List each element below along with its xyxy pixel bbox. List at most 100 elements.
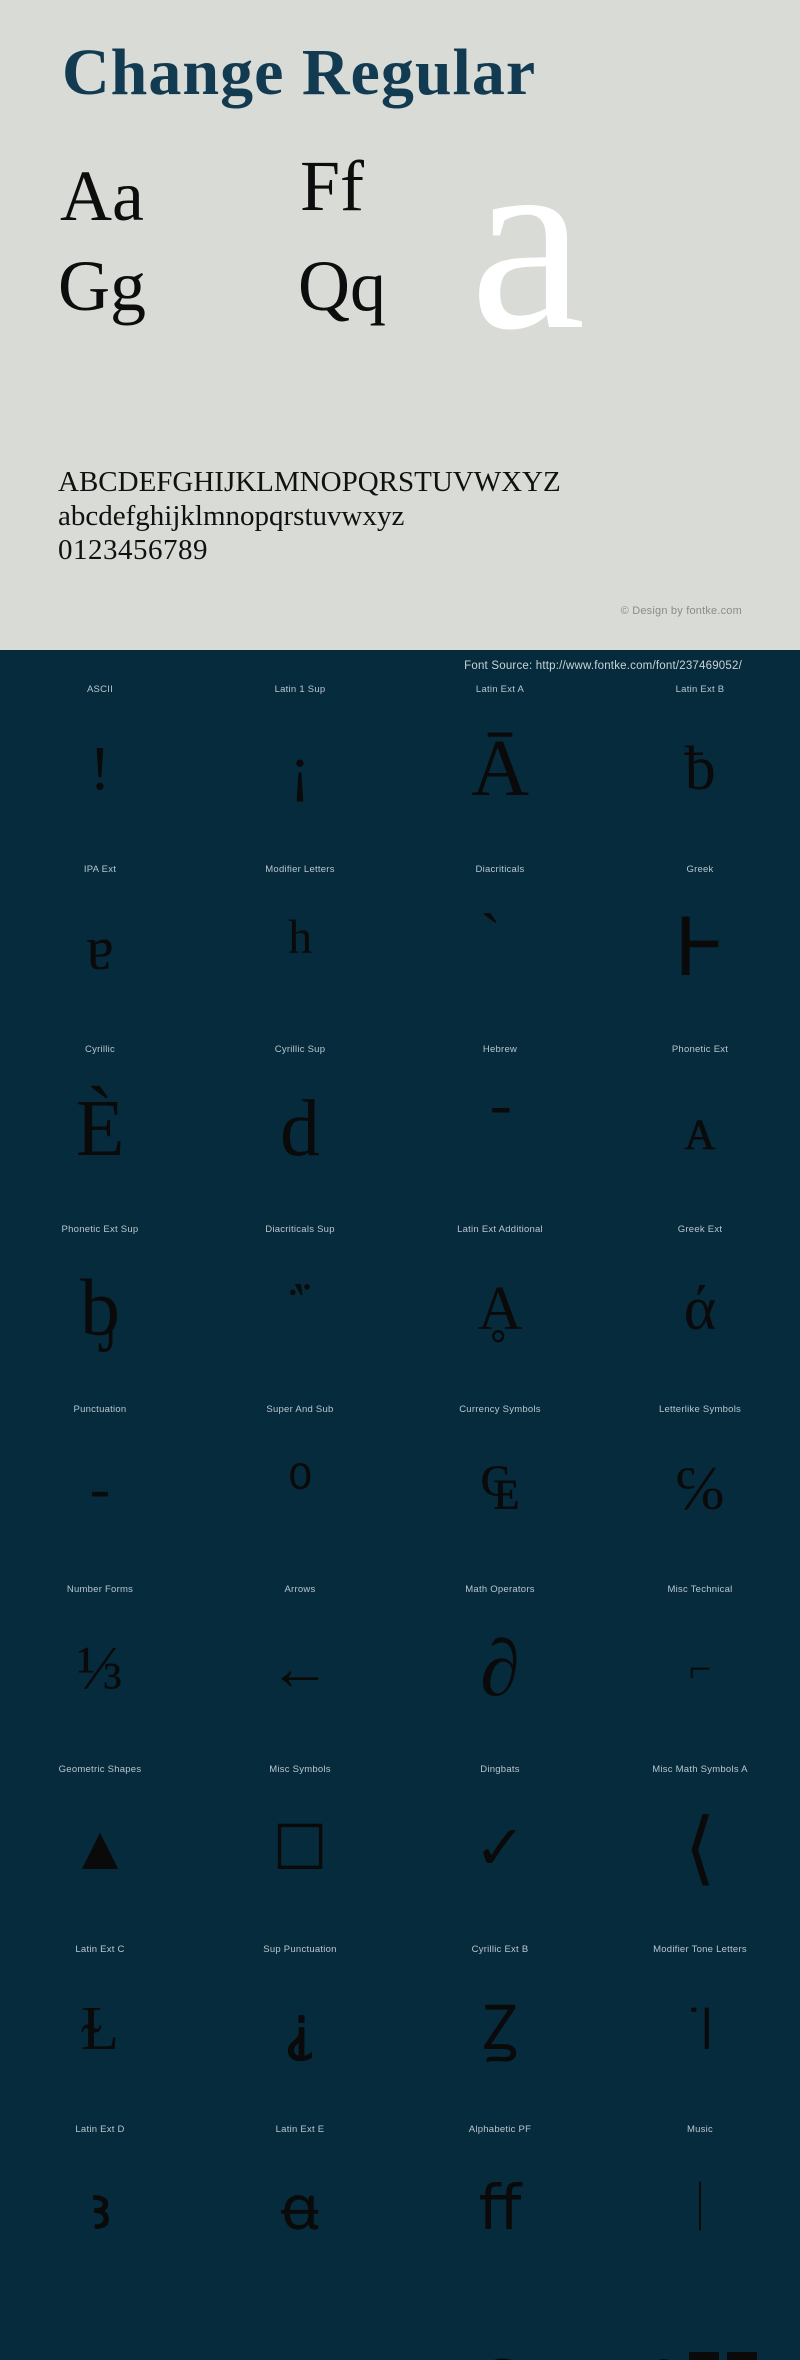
unicode-block-sample-glyph: Ḁ <box>477 1275 523 1343</box>
unicode-block-cell[interactable]: Number Forms ⅓ <box>0 1582 200 1762</box>
unicode-block-sample-glyph: ₠ <box>480 1455 520 1523</box>
unicode-block-sample-glyph: ﬁ <box>400 2318 600 2360</box>
unicode-block-sample-glyph: ⸘ <box>283 1995 317 2063</box>
unicode-block-label: Math Operators <box>465 1584 535 1595</box>
unicode-block-cell[interactable]: Latin Ext B ƀ <box>600 682 800 862</box>
font-source-link[interactable]: Font Source: http://www.fontke.com/font/… <box>464 660 742 672</box>
unicode-block-label: Misc Technical <box>667 1584 733 1595</box>
glyph-showcase: Aa Ff Gg Qq a <box>0 110 800 370</box>
unicode-block-cell[interactable]: Arrows ← <box>200 1582 400 1762</box>
unicode-block-row: Latin Ext C Ɫ Sup Punctuation ⸘ Cyrillic Ext… <box>0 1942 800 2122</box>
unicode-block-cell[interactable]: ASCII! <box>0 682 200 862</box>
unicode-block-sample-glyph: ☐ <box>272 1815 328 1883</box>
unicode-block-cell[interactable]: Latin 1 Sup ¡ <box>200 682 400 862</box>
hero-letter-a: a <box>470 96 586 384</box>
unicode-block-row: ⊓χﬁ ∂ NO GLYPH NO GLYPH <box>0 2302 800 2360</box>
unicode-block-label: Alphabetic PF <box>468 2124 532 2135</box>
unicode-block-sample-glyph: ✓ <box>474 1815 526 1883</box>
unicode-block-sample-glyph: ̀ <box>400 878 600 1020</box>
unicode-block-label: ASCII <box>86 684 114 695</box>
unicode-block-cell[interactable]: Latin Ext E ꬰ <box>200 2122 400 2302</box>
unicode-block-label: IPA Ext <box>83 864 117 875</box>
unicode-block-cell[interactable]: Super And Sub ⁰ <box>200 1402 400 1582</box>
unicode-block-label: Latin Ext E <box>275 2124 325 2135</box>
unicode-block-row: Number Forms ⅓ Arrows ← Math Operators ∂ Misc … <box>0 1582 800 1762</box>
unicode-block-cell[interactable]: Latin Ext C Ɫ <box>0 1942 200 2122</box>
unicode-block-label: Modifier Letters <box>265 864 335 875</box>
unicode-block-cell[interactable]: IPA Ext ɐ <box>0 862 200 1042</box>
unicode-block-cell[interactable]: Greek Ext ά <box>600 1222 800 1402</box>
unicode-block-label: Hebrew <box>482 1044 518 1055</box>
unicode-block-label: Cyrillic Ext B <box>471 1944 529 1955</box>
unicode-block-sample-glyph: ‐ <box>89 1455 111 1523</box>
unicode-block-cell[interactable]: Misc Math Symbols A ⟨ <box>600 1762 800 1942</box>
no-glyph-group: ∂ NO GLYPH NO GLYPH <box>643 2329 757 2360</box>
copyright-notice: © Design by fontke.com <box>620 605 742 617</box>
unicode-block-label: Phonetic Ext Sup <box>61 1224 139 1235</box>
unicode-block-cell[interactable]: Misc Symbols ☐ <box>200 1762 400 1942</box>
unicode-block-row: ASCII! Latin 1 Sup ¡ Latin Ext A Ā Latin Ext … <box>0 682 800 862</box>
unicode-block-cell[interactable]: Cyrillic Ѐ <box>0 1042 200 1222</box>
unicode-block-label: Cyrillic Sup <box>274 1044 326 1055</box>
unicode-block-cell[interactable]: Cyrillic Sup ԁ <box>200 1042 400 1222</box>
no-glyph-box: NO GLYPH <box>688 2352 719 2360</box>
unicode-block-cell[interactable]: Punctuation ‐ <box>0 1402 200 1582</box>
unicode-block-cell[interactable]: Geometric Shapes ▲ <box>0 1762 200 1942</box>
unicode-block-grid: ASCII! Latin 1 Sup ¡ Latin Ext A Ā Latin Ext … <box>0 682 800 2360</box>
unicode-block-cell[interactable]: Alphabetic PF ﬀ <box>400 2122 600 2302</box>
unicode-block-sample-glyph: Ѐ <box>75 1085 125 1173</box>
unicode-block-cell[interactable]: Music 𝄀 <box>600 2122 800 2302</box>
unicode-block-cell[interactable]: Cyrillic Ext B Ꙁ <box>400 1942 600 2122</box>
unicode-block-sample-glyph: ɐ <box>86 915 114 983</box>
unicode-block-sample-glyph: Ɫ <box>81 1995 119 2063</box>
unicode-block-cell[interactable]: Phonetic Ext ᴀ <box>600 1042 800 1222</box>
unicode-block-cell[interactable]: Latin Ext D ꜣ <box>0 2122 200 2302</box>
unicode-block-label: Misc Math Symbols A <box>652 1764 748 1775</box>
unicode-block-label: Music <box>686 2124 714 2135</box>
unicode-block-label: Arrows <box>284 1584 316 1595</box>
unicode-block-cell[interactable]: Diacriticals Sup᷀ <box>200 1222 400 1402</box>
unicode-block-cell[interactable]: Letterlike Symbols ℅ <box>600 1402 800 1582</box>
unicode-block-label: Currency Symbols <box>459 1404 541 1415</box>
unicode-block-cell[interactable]: ⊓ <box>0 2302 200 2360</box>
unicode-block-cell[interactable]: χ <box>200 2302 400 2360</box>
unicode-block-sample-glyph: ▲ <box>69 1815 131 1883</box>
unicode-block-cell[interactable]: Hebrew ־ <box>400 1042 600 1222</box>
unicode-block-cell[interactable]: Modifier Tone Letters ꜈ <box>600 1942 800 2122</box>
unicode-block-label: Latin Ext B <box>675 684 725 695</box>
unicode-block-row: IPA Ext ɐ Modifier LettersʰDiacriticals̀Gr… <box>0 862 800 1042</box>
unicode-block-sample-glyph: ᶀ <box>80 1265 120 1353</box>
unicode-block-row: Geometric Shapes ▲ Misc Symbols ☐ Dingbats ✓ M… <box>0 1762 800 1942</box>
unicode-block-cell[interactable]: ﬁ <box>400 2302 600 2360</box>
unicode-block-row: Phonetic Ext Sup ᶀ Diacriticals Sup᷀Latin … <box>0 1222 800 1402</box>
letter-pair-ff: Ff <box>300 146 365 226</box>
unicode-block-sample-glyph: Ā <box>471 725 529 813</box>
unicode-block-cell[interactable]: Math Operators ∂ <box>400 1582 600 1762</box>
unicode-block-cell[interactable]: ∂ NO GLYPH NO GLYPH <box>600 2302 800 2360</box>
unicode-block-cell[interactable]: Misc Technical ⌐ <box>600 1582 800 1762</box>
unicode-block-cell[interactable]: Dingbats ✓ <box>400 1762 600 1942</box>
unicode-block-sample-glyph: ¡ <box>289 735 311 803</box>
unicode-block-cell[interactable]: Latin Ext A Ā <box>400 682 600 862</box>
unicode-block-label: Dingbats <box>480 1764 520 1775</box>
unicode-block-label: Sup Punctuation <box>263 1944 337 1955</box>
unicode-block-cell[interactable]: Diacriticals̀ <box>400 862 600 1042</box>
unicode-block-label: Punctuation <box>73 1404 127 1415</box>
unicode-block-label: Latin Ext D <box>75 2124 125 2135</box>
unicode-block-sample-glyph: ∂ <box>480 1625 520 1713</box>
unicode-block-cell[interactable]: Modifier Letters ʰ <box>200 862 400 1042</box>
unicode-block-cell[interactable]: Sup Punctuation ⸘ <box>200 1942 400 2122</box>
unicode-block-label: Letterlike Symbols <box>658 1404 742 1415</box>
no-glyph-box: NO GLYPH <box>726 2352 757 2360</box>
unicode-block-cell[interactable]: Latin Ext Additional Ḁ <box>400 1222 600 1402</box>
unicode-block-cell[interactable]: Phonetic Ext Sup ᶀ <box>0 1222 200 1402</box>
unicode-block-cell[interactable]: Currency Symbols ₠ <box>400 1402 600 1582</box>
unicode-block-sample-glyph: ⟨ <box>684 1805 716 1893</box>
unicode-block-sample-glyph: ⁰ <box>287 1455 313 1523</box>
alphabet-uppercase: ABCDEFGHIJKLMNOPQRSTUVWXYZ <box>58 466 561 498</box>
unicode-block-sample-glyph: ﬀ <box>478 2175 522 2243</box>
unicode-block-sample-glyph: 𝄀 <box>699 2175 701 2243</box>
unicode-block-sample-glyph: χ <box>200 2318 400 2360</box>
unicode-block-sample-glyph: ꜈ <box>684 1995 716 2063</box>
unicode-block-cell[interactable]: Greek Ͱ <box>600 862 800 1042</box>
